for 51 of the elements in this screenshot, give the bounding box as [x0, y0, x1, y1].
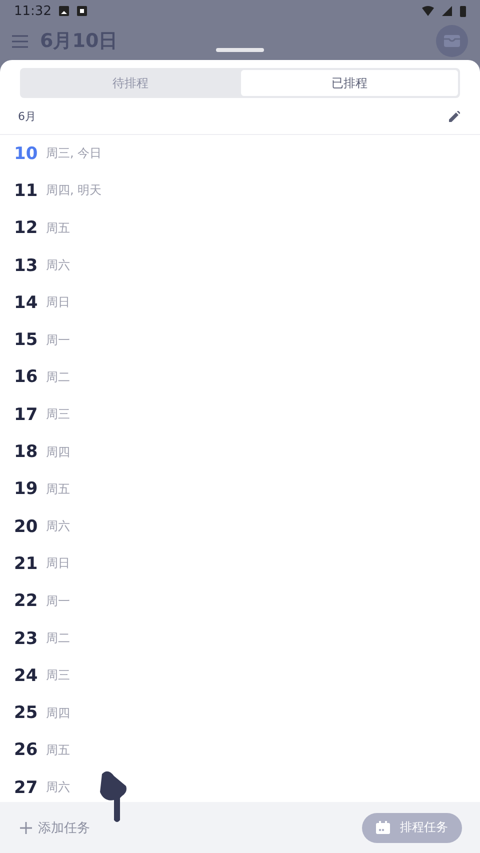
weekday-label: 周日	[46, 294, 70, 312]
inbox-button[interactable]	[436, 25, 468, 57]
day-number[interactable]: 13	[14, 256, 38, 276]
weekday-label: 周日	[46, 555, 70, 572]
weekday-label: 周四	[46, 444, 70, 461]
weekday-label: 周五	[46, 220, 70, 237]
weekday-label: 周六	[46, 257, 70, 274]
weekday-label: 周二	[46, 368, 70, 386]
weekday-label: 周一	[46, 592, 70, 610]
weekday-label: 周五	[46, 742, 70, 759]
day-number[interactable]: 20	[14, 516, 38, 537]
day-number[interactable]: 18	[14, 442, 38, 462]
day-number[interactable]: 15	[14, 330, 38, 350]
weekday-label: 周三	[46, 667, 70, 684]
day-number[interactable]: 11	[14, 180, 38, 201]
image-icon	[59, 6, 70, 16]
plus-icon	[20, 822, 32, 834]
day-number[interactable]: 22	[14, 591, 38, 612]
day-number[interactable]: 24	[14, 666, 38, 686]
signal-icon	[442, 6, 452, 16]
day-number[interactable]: 16	[14, 367, 38, 388]
weekday-label: 周五	[46, 480, 70, 498]
day-number[interactable]: 23	[14, 628, 38, 648]
day-number[interactable]: 21	[14, 554, 38, 574]
weekday-label: 周六	[46, 779, 70, 796]
inbox-icon	[444, 34, 460, 48]
day-number[interactable]: 17	[14, 404, 38, 425]
battery-icon	[460, 5, 466, 17]
day-number[interactable]: 25	[14, 703, 38, 724]
weekday-label: 周六	[46, 518, 70, 536]
weekday-label: 周三	[46, 406, 70, 424]
weekday-label: 周四	[46, 704, 70, 722]
drag-handle[interactable]	[216, 48, 264, 52]
day-number[interactable]: 14	[14, 292, 38, 313]
day-number[interactable]: 19	[14, 479, 38, 500]
day-number[interactable]: 27	[14, 778, 38, 798]
day-number[interactable]: 10	[14, 144, 38, 164]
weekday-label: 周四, 明天	[46, 182, 102, 200]
pencil-icon[interactable]	[449, 110, 460, 122]
wifi-icon	[422, 6, 434, 16]
status-time: 11:32	[14, 4, 52, 18]
weekday-label: 周一	[46, 332, 70, 349]
day-number[interactable]: 26	[14, 740, 38, 760]
month-label: 6月	[18, 108, 36, 124]
keyboard-icon	[77, 6, 88, 16]
day-number[interactable]: 12	[14, 218, 38, 238]
menu-icon[interactable]	[12, 34, 28, 48]
calendar-icon	[376, 821, 390, 834]
weekday-label: 周三, 今日	[46, 145, 102, 162]
weekday-label: 周二	[46, 630, 70, 647]
tab[interactable]: 已排程	[241, 70, 458, 96]
